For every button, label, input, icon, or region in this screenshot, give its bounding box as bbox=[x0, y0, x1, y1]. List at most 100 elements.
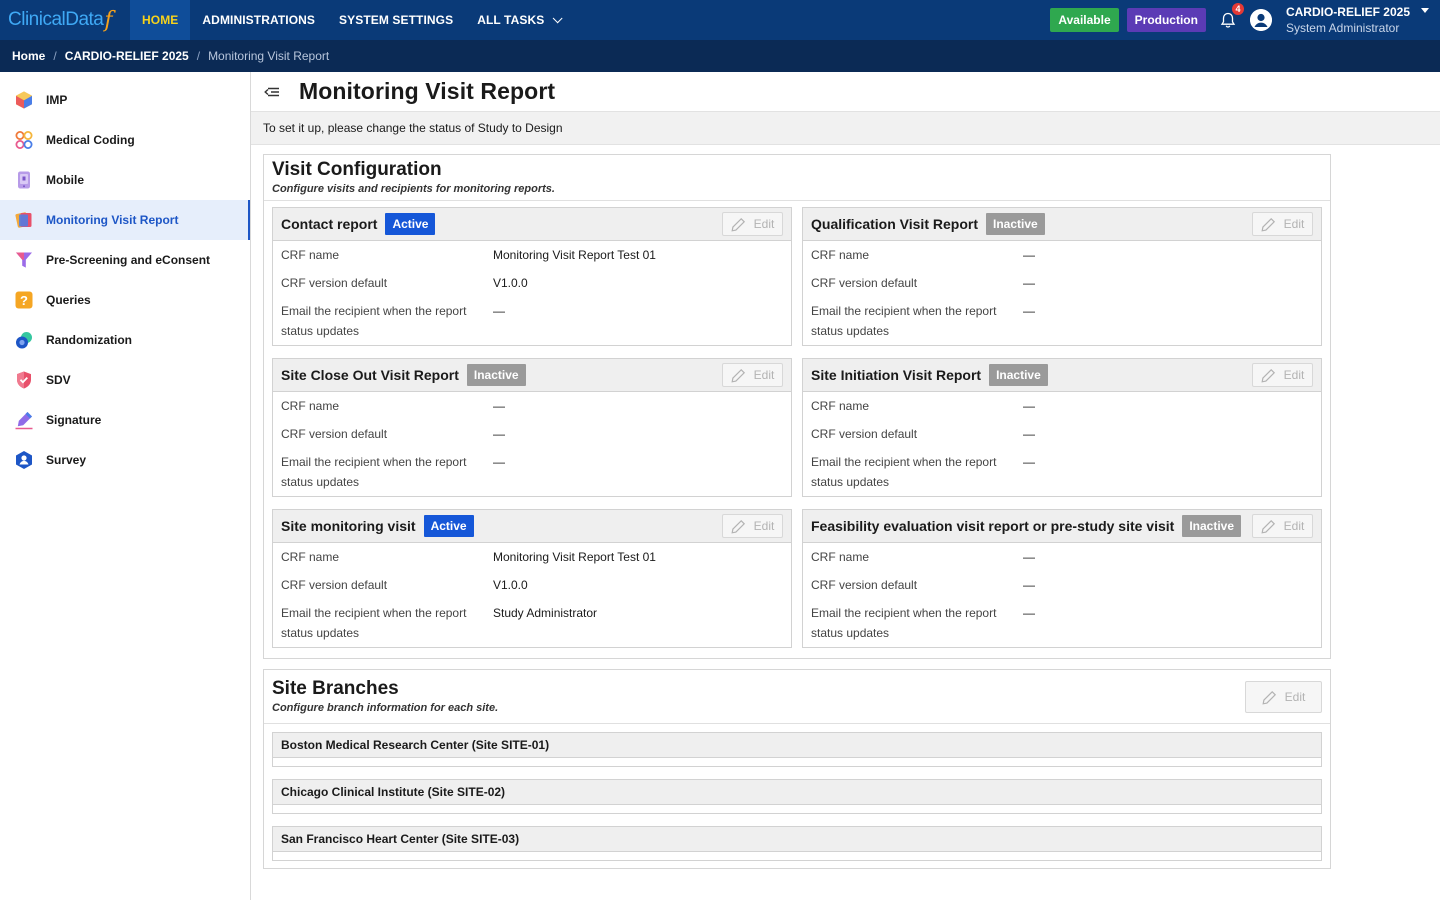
edit-label: Edit bbox=[753, 368, 775, 382]
sidebar-item-mobile[interactable]: Mobile bbox=[0, 160, 250, 200]
card-title: Site Close Out Visit Report bbox=[281, 367, 459, 383]
sidebar-item-imp[interactable]: IMP bbox=[0, 80, 250, 120]
crf-name-value: — bbox=[1023, 248, 1035, 262]
email-recipient-value: Study Administrator bbox=[493, 606, 598, 620]
section-title: Visit Configuration bbox=[272, 159, 442, 180]
field-label: CRF version default bbox=[811, 427, 918, 441]
site-branch-item[interactable]: San Francisco Heart Center (Site SITE-03… bbox=[272, 826, 1322, 861]
user-menu-caret-icon[interactable] bbox=[1421, 8, 1429, 13]
sidebar-item-label: SDV bbox=[46, 373, 71, 387]
edit-site-branches-button[interactable]: Edit bbox=[1245, 681, 1322, 713]
user-menu[interactable]: CARDIO-RELIEF 2025 System Administrator bbox=[1249, 4, 1440, 36]
sidebar-item-label: Queries bbox=[46, 293, 91, 307]
sidebar-item-survey[interactable]: Survey bbox=[0, 440, 250, 480]
sidebar-item-pre-screening[interactable]: Pre-Screening and eConsent bbox=[0, 240, 250, 280]
site-branch-title: San Francisco Heart Center (Site SITE-03… bbox=[273, 827, 1321, 852]
card-title: Contact report bbox=[281, 216, 378, 232]
crf-version-row: CRF version default — bbox=[273, 424, 791, 452]
field-label-line: status updates bbox=[811, 324, 890, 338]
nav-all-tasks[interactable]: ALL TASKS bbox=[465, 0, 571, 40]
crf-name-value: — bbox=[493, 399, 505, 413]
field-label: Email the recipient when the report statu… bbox=[811, 452, 1023, 492]
site-branches-section: Site Branches Configure branch informati… bbox=[263, 669, 1331, 869]
coding-icon bbox=[15, 131, 33, 149]
sidebar-item-signature[interactable]: Signature bbox=[0, 400, 250, 440]
nav-home[interactable]: HOME bbox=[130, 0, 191, 40]
sidebar-item-sdv[interactable]: SDV bbox=[0, 360, 250, 400]
card-title: Qualification Visit Report bbox=[811, 216, 978, 232]
sidebar-item-monitoring-visit-report[interactable]: Monitoring Visit Report bbox=[0, 200, 250, 240]
site-branch-item[interactable]: Chicago Clinical Institute (Site SITE-02… bbox=[272, 779, 1322, 814]
question-icon: ? bbox=[15, 291, 33, 309]
edit-button[interactable]: Edit bbox=[1252, 212, 1313, 236]
user-org: CARDIO-RELIEF 2025 bbox=[1285, 4, 1410, 19]
field-label: CRF name bbox=[281, 399, 340, 413]
notifications-button[interactable]: 4 bbox=[1214, 0, 1244, 40]
availability-status-button[interactable]: Available bbox=[1050, 8, 1119, 32]
sidebar-item-randomization[interactable]: Randomization bbox=[0, 320, 250, 360]
bell-icon bbox=[1220, 12, 1236, 28]
field-label: CRF version default bbox=[811, 578, 918, 592]
email-recipient-value: — bbox=[1023, 455, 1035, 469]
field-label-line: status updates bbox=[811, 626, 890, 640]
field-label: CRF version default bbox=[281, 427, 388, 441]
edit-button[interactable]: Edit bbox=[722, 212, 783, 236]
field-label-line: Email the recipient when the report bbox=[811, 304, 997, 318]
sidebar-item-label: Survey bbox=[46, 453, 87, 467]
nav-home-label: HOME bbox=[142, 13, 179, 27]
edit-label: Edit bbox=[1283, 217, 1305, 231]
brand-logo[interactable]: ClinicalData f bbox=[0, 0, 130, 40]
email-recipient-row: Email the recipient when the report statu… bbox=[803, 452, 1321, 492]
field-label: Email the recipient when the report statu… bbox=[281, 603, 493, 643]
field-label: CRF name bbox=[811, 248, 870, 262]
page-header: Monitoring Visit Report bbox=[251, 72, 1440, 112]
visit-configuration-section: Visit Configuration Configure visits and… bbox=[263, 154, 1331, 659]
status-badge: Inactive bbox=[989, 364, 1048, 386]
visit-card-site-initiation-visit-report: Site Initiation Visit Report Inactive Edit… bbox=[802, 358, 1322, 497]
field-label-line: status updates bbox=[281, 324, 360, 338]
field-label-line: Email the recipient when the report bbox=[281, 606, 467, 620]
card-title: Site Initiation Visit Report bbox=[811, 367, 982, 383]
nav-administrations[interactable]: ADMINISTRATIONS bbox=[190, 0, 327, 40]
sidebar-item-label: Randomization bbox=[46, 333, 132, 347]
edit-label: Edit bbox=[753, 217, 775, 231]
field-label-line: status updates bbox=[281, 475, 360, 489]
crf-name-value: Monitoring Visit Report Test 01 bbox=[493, 550, 656, 564]
environment-badge[interactable]: Production bbox=[1126, 8, 1206, 32]
edit-button[interactable]: Edit bbox=[1252, 514, 1313, 538]
field-label-line: Email the recipient when the report bbox=[811, 455, 997, 469]
status-notice: To set it up, please change the status o… bbox=[251, 112, 1440, 145]
section-subtitle: Configure visits and recipients for moni… bbox=[272, 183, 555, 195]
field-label-line: Email the recipient when the report bbox=[281, 304, 467, 318]
field-label: Email the recipient when the report statu… bbox=[811, 301, 1023, 341]
crf-version-row: CRF version default — bbox=[803, 424, 1321, 452]
crf-name-value: Monitoring Visit Report Test 01 bbox=[493, 248, 656, 262]
crf-version-row: CRF version default V1.0.0 bbox=[273, 575, 791, 603]
sidebar-item-label: Pre-Screening and eConsent bbox=[46, 253, 211, 267]
edit-button[interactable]: Edit bbox=[722, 514, 783, 538]
breadcrumb-home[interactable]: Home bbox=[12, 49, 45, 63]
field-label: Email the recipient when the report statu… bbox=[281, 301, 493, 341]
breadcrumb-study[interactable]: CARDIO-RELIEF 2025 bbox=[65, 49, 189, 63]
email-recipient-row: Email the recipient when the report statu… bbox=[273, 603, 791, 643]
field-label-line: status updates bbox=[281, 626, 360, 640]
email-recipient-row: Email the recipient when the report statu… bbox=[803, 603, 1321, 643]
collapse-sidebar-icon[interactable] bbox=[263, 83, 281, 101]
crf-version-value: — bbox=[493, 427, 505, 441]
user-avatar-icon bbox=[1249, 9, 1272, 31]
email-recipient-value: — bbox=[493, 304, 505, 318]
status-badge: Active bbox=[423, 515, 474, 537]
sidebar-item-medical-coding[interactable]: Medical Coding bbox=[0, 120, 250, 160]
card-title: Feasibility evaluation visit report or p… bbox=[811, 518, 1175, 534]
visit-card-site-close-out-visit-report: Site Close Out Visit Report Inactive Edit C… bbox=[272, 358, 792, 497]
nav-system-settings[interactable]: SYSTEM SETTINGS bbox=[327, 0, 465, 40]
sidebar-item-queries[interactable]: ? Queries bbox=[0, 280, 250, 320]
randomization-icon bbox=[16, 332, 32, 349]
site-branch-item[interactable]: Boston Medical Research Center (Site SIT… bbox=[272, 732, 1322, 767]
field-label: CRF version default bbox=[811, 276, 918, 290]
edit-button[interactable]: Edit bbox=[722, 363, 783, 387]
crf-name-value: — bbox=[1023, 550, 1035, 564]
user-role: System Administrator bbox=[1285, 20, 1400, 35]
pencil-icon bbox=[1261, 368, 1275, 383]
edit-button[interactable]: Edit bbox=[1252, 363, 1313, 387]
